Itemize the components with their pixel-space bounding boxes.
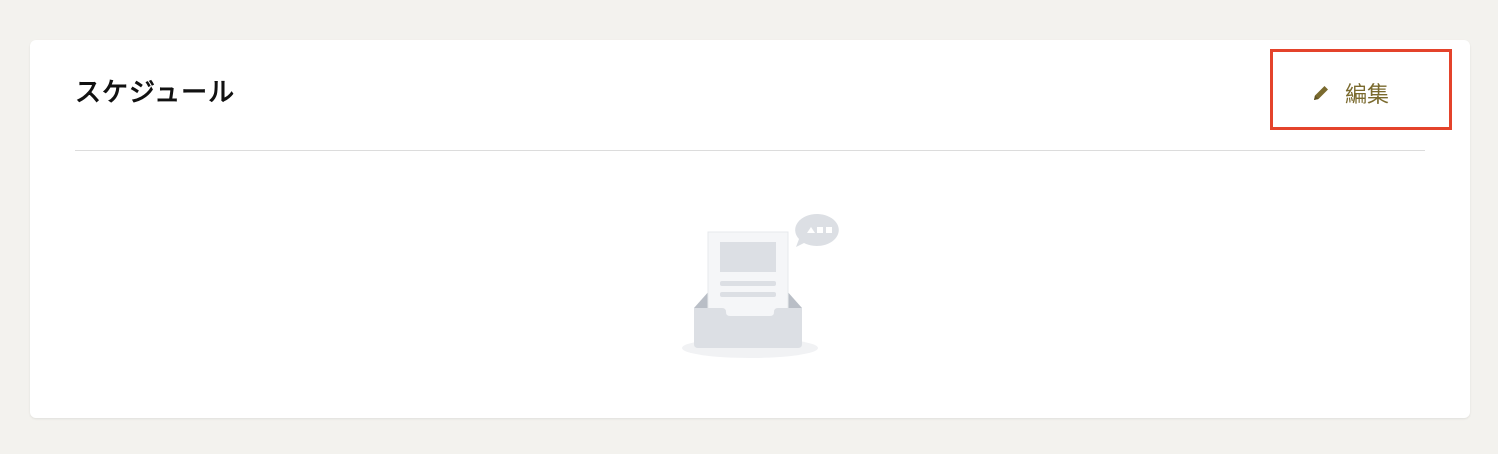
section-title: スケジュール — [75, 78, 236, 108]
edit-button-label: 編集 — [1345, 83, 1390, 108]
pencil-icon — [1311, 83, 1331, 103]
schedule-card: スケジュール 編集 — [30, 40, 1470, 418]
edit-button[interactable]: 編集 — [1311, 76, 1389, 110]
empty-inbox-icon — [678, 208, 848, 363]
card-header: スケジュール — [75, 40, 1425, 151]
